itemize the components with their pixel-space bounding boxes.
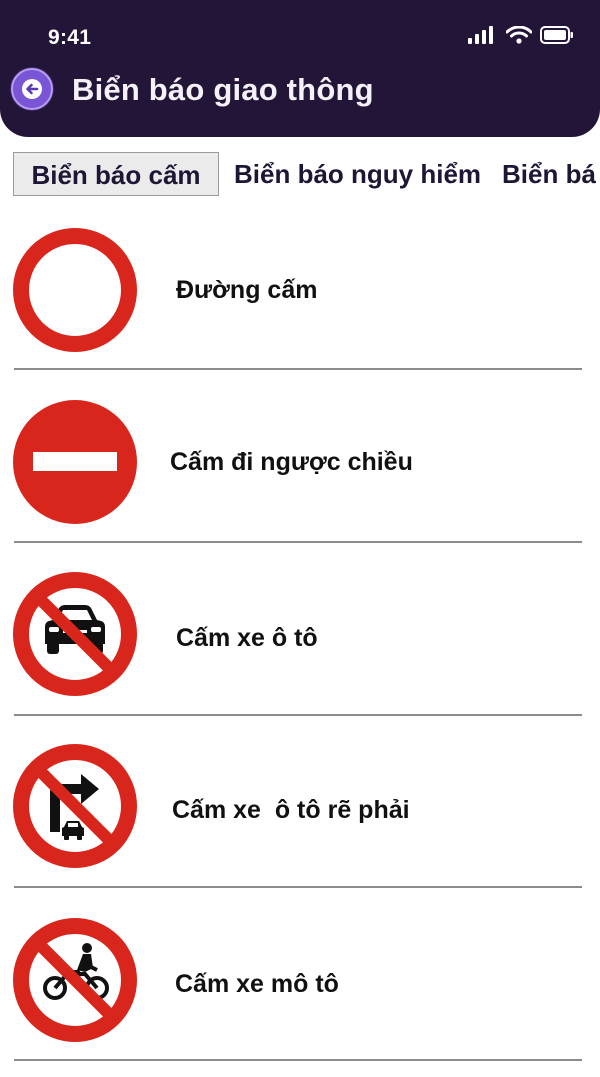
sign-label: Cấm xe ô tô rẽ phải xyxy=(172,796,410,824)
no-cars-icon xyxy=(13,572,137,696)
battery-icon xyxy=(540,26,573,44)
page-title: Biển báo giao thông xyxy=(72,72,374,107)
sign-label: Cấm xe mô tô xyxy=(175,970,339,998)
status-time: 9:41 xyxy=(48,26,92,49)
sign-label: Đường cấm xyxy=(176,276,318,304)
back-arrow-icon xyxy=(22,79,42,99)
list-item[interactable]: Cấm xe mô tô xyxy=(0,895,600,1067)
divider xyxy=(14,714,582,716)
wifi-icon xyxy=(506,26,532,44)
sign-label: Cấm đi ngược chiều xyxy=(170,448,413,476)
divider xyxy=(14,368,582,370)
cellular-signal-icon xyxy=(468,26,493,44)
no-car-right-turn-icon xyxy=(13,744,137,868)
back-button[interactable] xyxy=(11,68,53,110)
divider xyxy=(14,886,582,888)
list-item[interactable]: Cấm đi ngược chiều xyxy=(0,377,600,549)
tab-warning-signs[interactable]: Biển báo nguy hiểm xyxy=(234,152,481,196)
tab-more-signs[interactable]: Biển bá xyxy=(502,152,596,196)
list-item[interactable]: Đường cấm xyxy=(0,205,600,377)
list-item[interactable]: Cấm xe ô tô xyxy=(0,550,600,722)
no-entry-bar-icon xyxy=(13,400,137,524)
no-motorcycles-icon xyxy=(13,918,137,1042)
no-entry-circle-icon xyxy=(13,228,137,352)
tab-prohibitory-signs[interactable]: Biển báo cấm xyxy=(13,152,219,196)
category-tabs: Biển báo cấm Biển báo nguy hiểm Biển bá xyxy=(0,152,600,198)
list-item[interactable]: Cấm xe ô tô rẽ phải xyxy=(0,722,600,894)
app-header: 9:41 Biển báo giao thông xyxy=(0,0,600,137)
divider xyxy=(14,541,582,543)
sign-label: Cấm xe ô tô xyxy=(176,624,318,652)
divider xyxy=(14,1059,582,1061)
